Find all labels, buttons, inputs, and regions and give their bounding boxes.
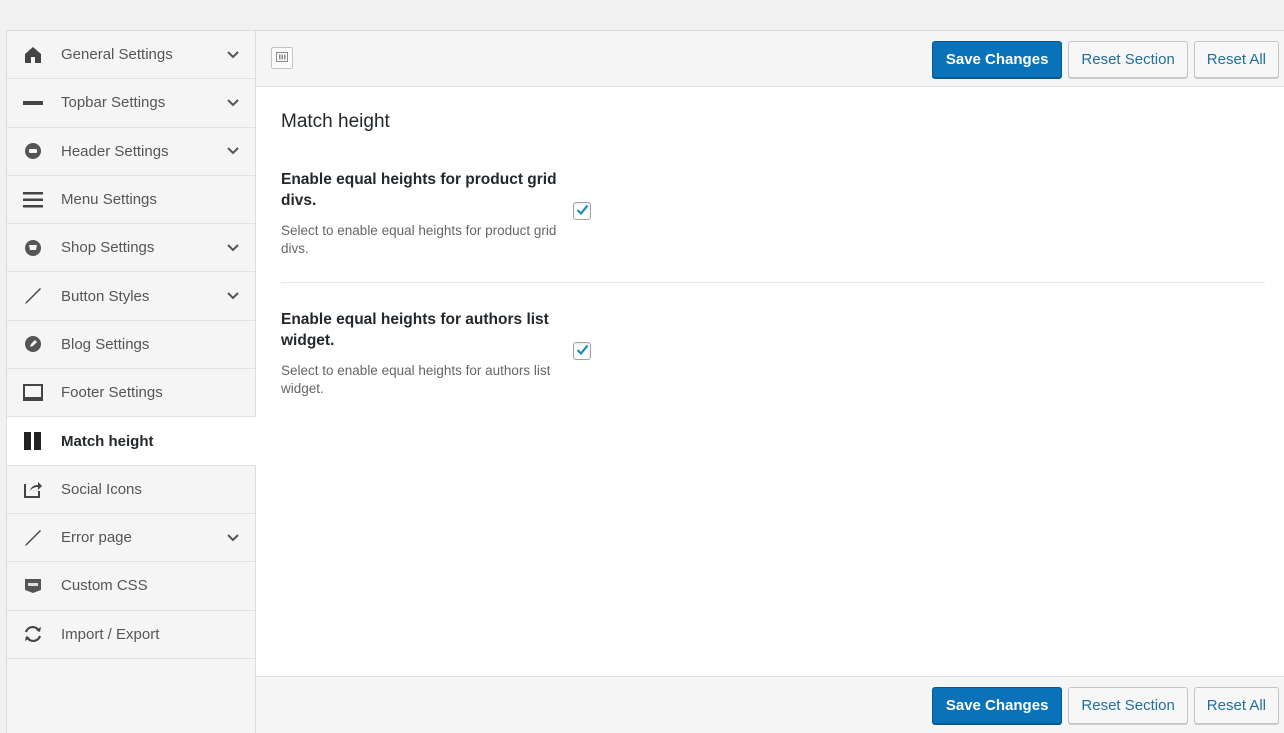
sidebar-item-label: Shop Settings — [61, 239, 155, 257]
sidebar-item-social-icons[interactable]: Social Icons — [7, 466, 255, 514]
sidebar-item-header-settings[interactable]: Header Settings — [7, 128, 255, 176]
sidebar-item-label: Menu Settings — [61, 191, 157, 209]
authors-list-equal-heights-checkbox[interactable] — [573, 342, 591, 360]
css-icon — [22, 575, 44, 597]
option-row-product-grid: Enable equal heights for product grid di… — [281, 169, 1265, 283]
sidebar-item-general-settings[interactable]: General Settings — [7, 31, 255, 80]
reset-section-button[interactable]: Reset Section — [1068, 687, 1188, 724]
sidebar-item-footer-settings[interactable]: Footer Settings — [7, 369, 255, 418]
option-text: Enable equal heights for authors list wi… — [281, 309, 576, 398]
reset-section-button[interactable]: Reset Section — [1068, 41, 1188, 78]
chevron-down-icon[interactable] — [225, 143, 241, 159]
main-content-area: Save Changes Reset Section Reset All Mat… — [256, 31, 1284, 733]
sidebar-item-custom-css[interactable]: Custom CSS — [7, 562, 255, 611]
sidebar-item-label: Match height — [61, 432, 154, 450]
option-description: Select to enable equal heights for autho… — [281, 363, 551, 396]
save-changes-button[interactable]: Save Changes — [931, 41, 1063, 78]
chevron-down-icon[interactable] — [225, 240, 241, 256]
hamburger-menu-icon — [22, 189, 44, 211]
toolbar-buttons: Save Changes Reset Section Reset All — [931, 687, 1279, 724]
reset-all-button[interactable]: Reset All — [1193, 687, 1279, 724]
save-changes-button[interactable]: Save Changes — [931, 687, 1063, 724]
sidebar-item-match-height[interactable]: Match height — [7, 417, 256, 466]
option-title: Enable equal heights for product grid di… — [281, 171, 557, 209]
chevron-down-icon[interactable] — [225, 95, 241, 111]
sidebar-item-import-export[interactable]: Import / Export — [7, 611, 255, 659]
sidebar-item-label: Error page — [61, 529, 132, 547]
refresh-icon — [22, 623, 44, 645]
pencil-circle-icon — [22, 333, 44, 355]
brush-icon — [22, 527, 44, 549]
brush-icon — [22, 285, 44, 307]
shopping-icon — [22, 237, 44, 259]
option-row-authors-list: Enable equal heights for authors list wi… — [281, 309, 1265, 422]
expand-icon — [276, 49, 288, 67]
bottom-toolbar: Save Changes Reset Section Reset All — [256, 676, 1284, 733]
checkmark-icon — [576, 342, 589, 360]
monitor-icon — [22, 382, 44, 404]
option-description: Select to enable equal heights for produ… — [281, 223, 557, 256]
circle-icon — [22, 140, 44, 162]
sidebar-item-label: Custom CSS — [61, 577, 148, 595]
sidebar-item-button-styles[interactable]: Button Styles — [7, 272, 255, 321]
sidebar-item-error-page[interactable]: Error page — [7, 514, 255, 563]
reset-all-button[interactable]: Reset All — [1193, 41, 1279, 78]
top-strip — [0, 0, 1284, 30]
option-text: Enable equal heights for product grid di… — [281, 169, 576, 258]
sidebar-item-shop-settings[interactable]: Shop Settings — [7, 224, 255, 273]
sidebar-item-menu-settings[interactable]: Menu Settings — [7, 176, 255, 225]
section-title: Match height — [281, 111, 390, 132]
top-toolbar: Save Changes Reset Section Reset All — [256, 31, 1284, 87]
sidebar-item-label: Import / Export — [61, 625, 160, 643]
chevron-down-icon[interactable] — [225, 288, 241, 304]
share-icon — [22, 478, 44, 500]
expand-options-button[interactable] — [271, 47, 293, 69]
sidebar: General Settings Topbar Settings Header … — [7, 31, 256, 733]
chevron-down-icon[interactable] — [225, 47, 241, 63]
sidebar-item-label: Social Icons — [61, 480, 142, 498]
toolbar-buttons: Save Changes Reset Section Reset All — [931, 41, 1279, 78]
product-grid-equal-heights-checkbox[interactable] — [573, 202, 591, 220]
minus-icon — [22, 92, 44, 114]
checkmark-icon — [576, 202, 589, 220]
sidebar-item-label: General Settings — [61, 46, 173, 64]
options-panel: General Settings Topbar Settings Header … — [6, 30, 1284, 733]
chevron-down-icon[interactable] — [225, 530, 241, 546]
sidebar-item-topbar-settings[interactable]: Topbar Settings — [7, 79, 255, 128]
home-icon — [22, 44, 44, 66]
columns-icon — [22, 430, 44, 452]
section-content: Match height Enable equal heights for pr… — [256, 87, 1284, 422]
sidebar-item-label: Header Settings — [61, 142, 169, 160]
sidebar-item-label: Button Styles — [61, 287, 150, 305]
sidebar-item-label: Topbar Settings — [61, 94, 166, 112]
sidebar-item-blog-settings[interactable]: Blog Settings — [7, 321, 255, 370]
option-title: Enable equal heights for authors list wi… — [281, 311, 549, 349]
sidebar-item-label: Blog Settings — [61, 335, 150, 353]
sidebar-item-label: Footer Settings — [61, 384, 163, 402]
